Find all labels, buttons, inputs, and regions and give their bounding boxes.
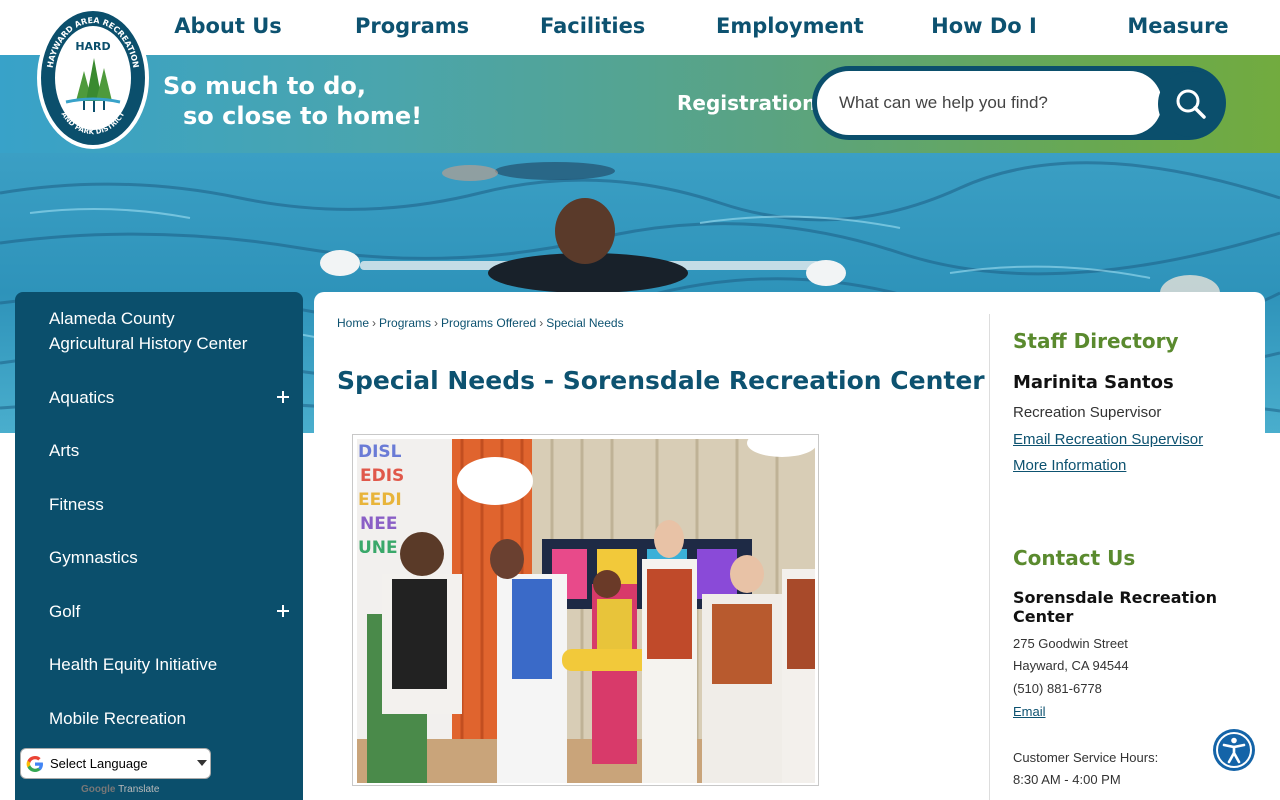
breadcrumb-separator: › <box>372 316 377 330</box>
nav-facilities[interactable]: Facilities <box>540 0 645 52</box>
expand-golf-icon[interactable] <box>277 605 289 617</box>
performers-photo: DISL EDIS EEDI NEE UNE <box>357 439 815 783</box>
address-street: 275 Goodwin Street <box>1013 636 1128 651</box>
nav-programs[interactable]: Programs <box>355 0 469 52</box>
powered-by-google-translate: Google Translate <box>81 784 159 795</box>
breadcrumb-home[interactable]: Home <box>337 316 369 330</box>
hard-logo[interactable]: HARD HAYWARD AREA RECREATION AND PARK DI… <box>36 6 150 150</box>
address-city: Hayward, CA 94544 <box>1013 658 1129 673</box>
search-icon <box>1176 89 1206 119</box>
search-button[interactable] <box>1158 71 1224 137</box>
language-select[interactable]: Select Language <box>20 748 211 779</box>
sidebar-item-arts[interactable]: Arts <box>49 438 289 463</box>
accessibility-button[interactable] <box>1213 729 1255 771</box>
logo-hard-text: HARD <box>75 40 110 53</box>
hours-label: Customer Service Hours: <box>1013 750 1159 765</box>
staff-directory-heading: Staff Directory <box>1013 329 1179 353</box>
sidebar-item-fitness[interactable]: Fitness <box>49 492 289 517</box>
top-navigation: About Us Programs Facilities Employment … <box>0 0 1280 90</box>
breadcrumb-separator: › <box>434 316 439 330</box>
sidebar-item-gymnastics[interactable]: Gymnastics <box>49 545 289 570</box>
sidebar-item-health-equity-initiative[interactable]: Health Equity Initiative <box>49 652 289 677</box>
breadcrumb-special-needs[interactable]: Special Needs <box>546 316 623 330</box>
search-input[interactable] <box>817 71 1162 135</box>
sidebar-item-mobile-recreation[interactable]: Mobile Recreation <box>49 706 289 731</box>
sidebar-item-agricultural-history-center[interactable]: Alameda County Agricultural History Cent… <box>49 306 289 356</box>
accessibility-icon <box>1216 732 1252 768</box>
google-wordmark: Google <box>81 784 116 795</box>
staff-role: Recreation Supervisor <box>1013 404 1162 421</box>
sign-text: EDIS <box>360 466 404 486</box>
nav-how-do-i[interactable]: How Do I <box>928 0 1040 52</box>
sidebar-nav: Alameda County Agricultural History Cent… <box>15 292 303 800</box>
nav-about-us[interactable]: About Us <box>172 0 284 52</box>
column-divider <box>989 314 990 800</box>
phone-number: (510) 881-6778 <box>1013 681 1102 696</box>
sidebar-item-aquatics[interactable]: Aquatics <box>49 385 289 410</box>
program-photo: DISL EDIS EEDI NEE UNE <box>352 434 819 786</box>
google-icon <box>26 756 43 772</box>
sidebar-item-label: Alameda County <box>49 309 175 328</box>
expand-aquatics-icon[interactable] <box>277 391 289 403</box>
breadcrumb-separator: › <box>539 316 544 330</box>
contact-email-link[interactable]: Email <box>1013 704 1046 719</box>
email-supervisor-link[interactable]: Email Recreation Supervisor <box>1013 431 1203 448</box>
hours-value: 8:30 AM - 4:00 PM <box>1013 772 1121 787</box>
chevron-down-icon <box>197 760 207 766</box>
registration-link[interactable]: Registration <box>677 91 816 115</box>
nav-measure-f1[interactable]: Measure F1 <box>1111 0 1245 90</box>
more-information-link[interactable]: More Information <box>1013 457 1126 474</box>
nav-employment[interactable]: Employment <box>716 0 864 52</box>
sign-text: EEDI <box>358 490 402 510</box>
center-name: Sorensdale Recreation Center <box>1013 588 1218 626</box>
breadcrumb: Home › Programs › Programs Offered › Special N… <box>337 316 624 330</box>
staff-name: Marinita Santos <box>1013 372 1174 393</box>
sign-text: UNE <box>358 538 398 558</box>
contact-us-heading: Contact Us <box>1013 546 1136 570</box>
page-title: Special Needs - Sorensdale Recreation Ce… <box>337 366 985 395</box>
sign-text: DISL <box>358 442 402 462</box>
tagline: So much to do, so close to home! <box>163 71 422 131</box>
tagline-line-1: So much to do, <box>163 72 366 100</box>
sidebar-item-label-line-2: Agricultural History Center <box>49 334 248 353</box>
breadcrumb-programs[interactable]: Programs <box>379 316 431 330</box>
sign-text: NEE <box>360 514 397 534</box>
translate-text[interactable]: Translate <box>118 784 159 795</box>
breadcrumb-programs-offered[interactable]: Programs Offered <box>441 316 536 330</box>
sidebar-item-golf[interactable]: Golf <box>49 599 289 624</box>
tagline-line-2: so close to home! <box>183 102 423 130</box>
language-select-label: Select Language <box>50 756 148 771</box>
